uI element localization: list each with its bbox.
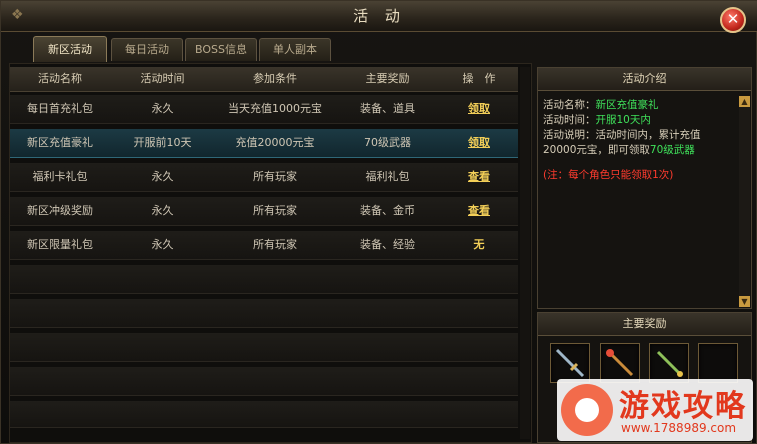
header-reward: 主要奖励 xyxy=(365,72,410,85)
cell-reward: 装备、金币 xyxy=(360,204,415,217)
empty-row xyxy=(10,367,518,396)
table-scrollbar[interactable] xyxy=(520,67,530,439)
intro-scrollbar[interactable]: ▲ ▼ xyxy=(739,96,750,307)
scroll-up-icon[interactable]: ▲ xyxy=(739,96,750,107)
tab-boss[interactable]: BOSS信息 xyxy=(185,38,257,61)
watermark-logo-icon xyxy=(561,384,613,436)
reward-slot[interactable] xyxy=(698,343,738,383)
empty-row xyxy=(10,299,518,328)
cell-condition: 所有玩家 xyxy=(253,204,297,217)
table-row[interactable]: 新区冲级奖励 永久 所有玩家 装备、金币 查看 xyxy=(10,197,518,226)
cell-time: 开服前10天 xyxy=(133,136,192,149)
tab-solo-dungeon[interactable]: 单人副本 xyxy=(259,38,331,61)
cell-reward: 福利礼包 xyxy=(365,170,410,183)
title-bar[interactable]: ❖ 活 动 ✕ xyxy=(1,1,757,33)
dagger-icon[interactable] xyxy=(649,343,689,383)
header-name: 活动名称 xyxy=(38,72,82,85)
cell-time: 永久 xyxy=(151,238,174,251)
cell-reward: 装备、道具 xyxy=(360,102,415,115)
scroll-down-icon[interactable]: ▼ xyxy=(739,296,750,307)
window-title: 活 动 xyxy=(353,7,406,25)
close-icon[interactable]: ✕ xyxy=(720,7,746,33)
header-condition: 参加条件 xyxy=(253,72,297,85)
view-link[interactable]: 查看 xyxy=(440,163,518,191)
staff-icon[interactable] xyxy=(600,343,640,383)
tab-daily[interactable]: 每日活动 xyxy=(111,38,183,61)
claim-link[interactable]: 领取 xyxy=(440,95,518,123)
claim-link[interactable]: 领取 xyxy=(440,129,518,157)
watermark-text: 游戏攻略 xyxy=(619,389,747,424)
empty-row xyxy=(10,401,518,428)
intro-name-value: 新区充值豪礼 xyxy=(595,99,659,111)
cell-name: 每日首充礼包 xyxy=(27,102,93,115)
activity-table: 活动名称 活动时间 参加条件 主要奖励 操 作 每日首充礼包 永久 当天充值10… xyxy=(9,63,532,443)
cell-condition: 所有玩家 xyxy=(253,170,297,183)
cell-condition: 所有玩家 xyxy=(253,238,297,251)
intro-time-value: 开服10天内 xyxy=(595,114,651,126)
table-row[interactable]: 福利卡礼包 永久 所有玩家 福利礼包 查看 xyxy=(10,163,518,192)
intro-note: (注：每个角色只能领取1次) xyxy=(543,169,674,181)
cell-reward: 70级武器 xyxy=(364,136,411,149)
cell-reward: 装备、经验 xyxy=(360,238,415,251)
watermark: 游戏攻略 www.1788989.com xyxy=(557,379,753,441)
cell-name: 新区限量礼包 xyxy=(27,238,93,251)
cell-time: 永久 xyxy=(151,204,174,217)
cell-name: 新区充值豪礼 xyxy=(27,136,93,149)
watermark-url: www.1788989.com xyxy=(621,421,737,435)
empty-row xyxy=(10,333,518,362)
intro-desc-label: 活动说明： xyxy=(543,129,596,141)
intro-desc-highlight: 70级武器 xyxy=(649,144,695,156)
intro-text: 活动名称：新区充值豪礼 活动时间：开服10天内 活动说明：活动时间内，累计充值2… xyxy=(543,98,733,183)
intro-time-label: 活动时间： xyxy=(543,114,596,126)
header-time: 活动时间 xyxy=(140,72,185,85)
header-action: 操 作 xyxy=(462,72,496,85)
table-row[interactable]: 新区充值豪礼 开服前10天 充值20000元宝 70级武器 领取 xyxy=(10,129,518,158)
table-header: 活动名称 活动时间 参加条件 主要奖励 操 作 xyxy=(10,67,518,92)
view-link[interactable]: 查看 xyxy=(440,197,518,225)
intro-name-label: 活动名称： xyxy=(543,99,596,111)
cell-name: 新区冲级奖励 xyxy=(27,204,93,217)
empty-row xyxy=(10,265,518,294)
sword-icon[interactable] xyxy=(550,343,590,383)
table-row[interactable]: 新区限量礼包 永久 所有玩家 装备、经验 无 xyxy=(10,231,518,260)
cell-time: 永久 xyxy=(151,102,174,115)
cell-time: 永久 xyxy=(151,170,174,183)
tab-new-server[interactable]: 新区活动 xyxy=(33,36,107,62)
cell-name: 福利卡礼包 xyxy=(32,170,88,183)
intro-panel: 活动介绍 活动名称：新区充值豪礼 活动时间：开服10天内 活动说明：活动时间内，… xyxy=(537,67,752,309)
table-row[interactable]: 每日首充礼包 永久 当天充值1000元宝 装备、道具 领取 xyxy=(10,95,518,124)
cell-condition: 当天充值1000元宝 xyxy=(228,102,322,115)
cell-condition: 充值20000元宝 xyxy=(235,136,315,149)
action-none: 无 xyxy=(473,238,485,251)
intro-title: 活动介绍 xyxy=(538,68,751,91)
activity-window: ❖ 活 动 ✕ 新区活动 每日活动 BOSS信息 单人副本 活动名称 活动时间 … xyxy=(0,0,757,444)
rewards-title: 主要奖励 xyxy=(538,313,751,336)
